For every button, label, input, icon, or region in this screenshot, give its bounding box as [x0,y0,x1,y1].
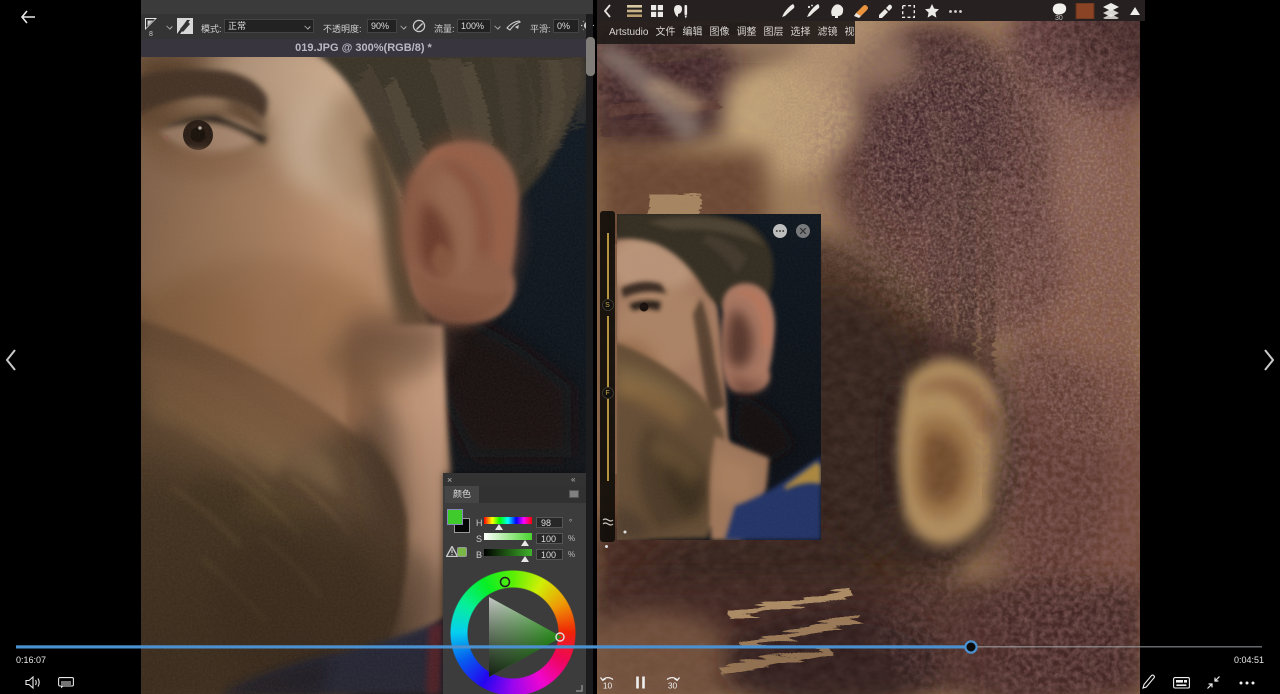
svg-text:30: 30 [668,681,678,690]
svg-text:10: 10 [603,681,613,690]
svg-text:8: 8 [149,31,153,38]
